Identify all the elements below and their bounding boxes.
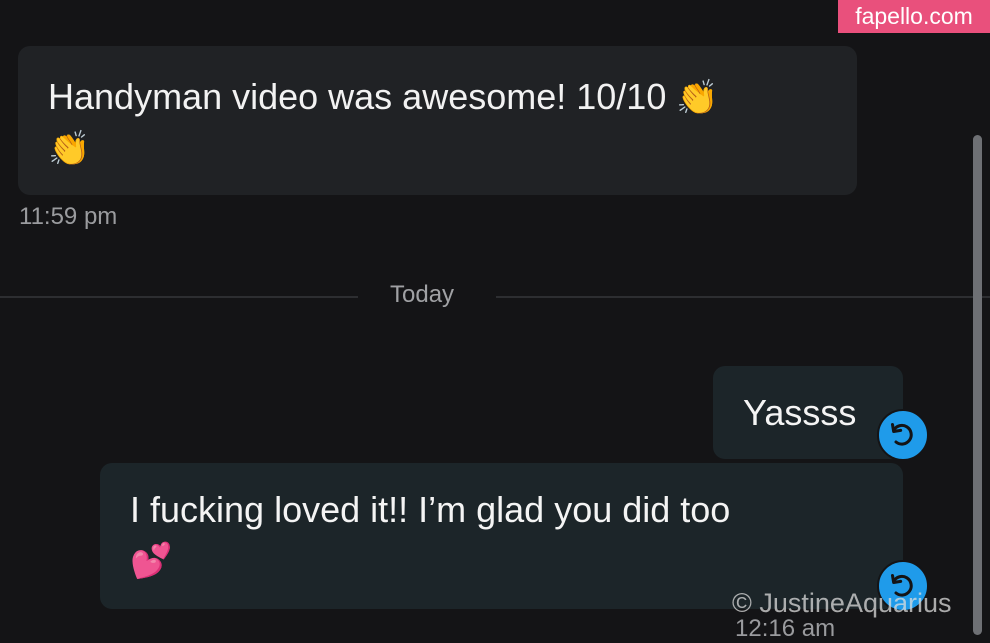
site-watermark: fapello.com — [838, 0, 990, 33]
outgoing-message-text: I fucking loved it!! I’m glad you did to… — [130, 489, 731, 581]
scrollbar[interactable] — [973, 135, 982, 635]
incoming-message-text: Handyman video was awesome! 10/10 👏 👏 — [48, 76, 719, 169]
two-hearts-icon: 💕 — [130, 541, 173, 581]
undo-icon — [890, 422, 913, 446]
outgoing-message-time: 12:16 am — [735, 615, 836, 642]
creator-watermark: © JustineAquarius — [732, 588, 952, 618]
outgoing-message-text: Yassss — [743, 392, 857, 433]
reply-button[interactable] — [877, 409, 929, 461]
outgoing-message-bubble[interactable]: Yassss — [713, 366, 903, 459]
divider-line-left — [0, 296, 358, 298]
divider-line-right — [496, 296, 990, 298]
clapping-hands-icon: 👏 — [48, 129, 91, 169]
incoming-message-bubble[interactable]: Handyman video was awesome! 10/10 👏 👏 — [18, 46, 857, 195]
incoming-message-time: 11:59 pm — [19, 203, 118, 230]
date-divider-label: Today — [390, 281, 455, 308]
clapping-hands-icon: 👏 — [676, 78, 719, 118]
